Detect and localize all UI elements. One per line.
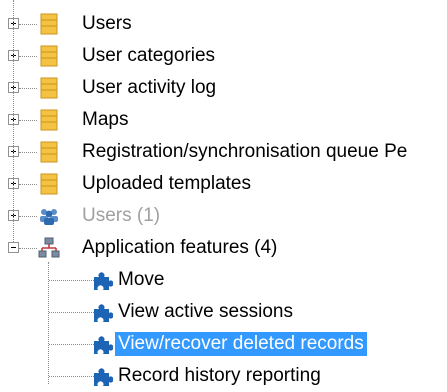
tree-connector bbox=[49, 376, 94, 377]
puzzle-piece-icon bbox=[94, 368, 113, 386]
tree-connector bbox=[13, 0, 14, 242]
table-folder-icon bbox=[40, 13, 58, 35]
tree-connector bbox=[19, 24, 37, 25]
table-folder-icon bbox=[40, 77, 58, 99]
tree-node-user-activity-log[interactable]: User activity log bbox=[0, 72, 447, 104]
tree-node-label: Application features (4) bbox=[82, 237, 278, 258]
tree-node-label: Maps bbox=[82, 109, 129, 130]
tree-node-registration-queue[interactable]: Registration/synchronisation queue Pe bbox=[0, 136, 447, 168]
tree-node-maps[interactable]: Maps bbox=[0, 104, 447, 136]
tree-node-label: Registration/synchronisation queue Pe bbox=[82, 141, 408, 162]
tree-node-label: Move bbox=[118, 269, 165, 290]
tree-connector bbox=[19, 184, 37, 185]
tree-node-label: User activity log bbox=[82, 77, 217, 98]
tree-node-move[interactable]: Move bbox=[0, 264, 447, 296]
tree-node-uploaded-templates[interactable]: Uploaded templates bbox=[0, 168, 447, 200]
tree-node-label: User categories bbox=[82, 45, 216, 66]
features-network-icon bbox=[38, 237, 60, 258]
table-folder-icon bbox=[40, 141, 58, 163]
table-folder-icon bbox=[40, 45, 58, 67]
tree-node-label: Record history reporting bbox=[118, 365, 321, 386]
tree-connector bbox=[19, 56, 37, 57]
tree-connector bbox=[19, 120, 37, 121]
tree-node-label: Uploaded templates bbox=[82, 173, 251, 194]
tree-node-label: View active sessions bbox=[118, 301, 293, 322]
tree-node-user-categories[interactable]: User categories bbox=[0, 40, 447, 72]
users-group-icon bbox=[40, 209, 58, 225]
tree-node-users-group[interactable]: Users (1) bbox=[0, 200, 447, 232]
tree-node-label: View/recover deleted records bbox=[115, 332, 367, 356]
tree-connector bbox=[19, 248, 37, 249]
tree-view[interactable]: Users User categories User activity log … bbox=[0, 0, 447, 387]
puzzle-piece-icon bbox=[94, 304, 113, 322]
tree-node-label: Users (1) bbox=[82, 205, 161, 226]
puzzle-piece-icon bbox=[94, 336, 113, 354]
tree-node-label: Users bbox=[82, 13, 132, 34]
tree-node-view-active-sessions[interactable]: View active sessions bbox=[0, 296, 447, 328]
tree-node-users[interactable]: Users bbox=[0, 8, 447, 40]
tree-connector bbox=[19, 88, 37, 89]
tree-node-application-features[interactable]: Application features (4) bbox=[0, 232, 447, 264]
puzzle-piece-icon bbox=[94, 272, 113, 290]
tree-node-view-recover-deleted-records[interactable]: View/recover deleted records bbox=[0, 328, 447, 360]
tree-connector bbox=[19, 216, 37, 217]
collapse-toggle[interactable] bbox=[8, 242, 19, 253]
tree-connector bbox=[49, 312, 94, 313]
tree-connector bbox=[49, 280, 94, 281]
tree-node-record-history-reporting[interactable]: Record history reporting bbox=[0, 360, 447, 392]
table-folder-icon bbox=[40, 109, 58, 131]
tree-connector bbox=[19, 152, 37, 153]
table-folder-icon bbox=[40, 173, 58, 195]
tree-connector bbox=[49, 344, 94, 345]
